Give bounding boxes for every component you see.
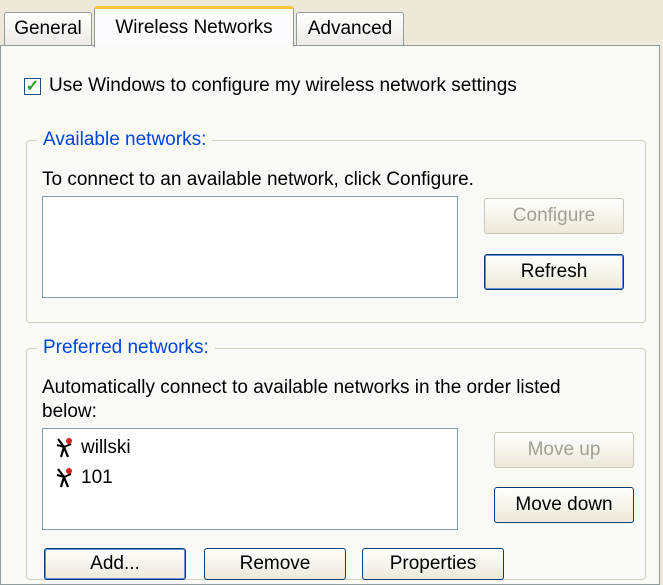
- wireless-network-icon: [56, 468, 72, 488]
- tab-general[interactable]: General: [4, 12, 92, 45]
- move-down-button[interactable]: Move down: [494, 487, 634, 523]
- preferred-networks-instruction-line1: Automatically connect to available netwo…: [42, 377, 561, 398]
- tab-strip: General Wireless Networks Advanced: [0, 0, 663, 47]
- add-button[interactable]: Add...: [44, 548, 186, 580]
- use-windows-label: Use Windows to configure my wireless net…: [49, 75, 517, 96]
- preferred-networks-instruction-line2: below:: [42, 401, 97, 422]
- configure-button[interactable]: Configure: [484, 198, 624, 234]
- preferred-networks-list[interactable]: willski 101: [42, 428, 458, 530]
- use-windows-setting[interactable]: ✓ Use Windows to configure my wireless n…: [24, 75, 517, 97]
- properties-button[interactable]: Properties: [362, 548, 504, 580]
- wireless-network-icon: [56, 438, 72, 458]
- list-item[interactable]: 101: [55, 467, 113, 489]
- refresh-button[interactable]: Refresh: [484, 254, 624, 290]
- available-networks-list[interactable]: [42, 196, 458, 298]
- available-networks-instruction: To connect to an available network, clic…: [42, 169, 474, 190]
- network-name: 101: [81, 467, 113, 488]
- move-up-button[interactable]: Move up: [494, 432, 634, 468]
- checkmark-icon: ✓: [25, 78, 40, 95]
- available-networks-title: Available networks:: [37, 129, 213, 151]
- preferred-networks-title: Preferred networks:: [37, 337, 215, 359]
- remove-button[interactable]: Remove: [204, 548, 346, 580]
- list-item[interactable]: willski: [55, 437, 131, 459]
- network-name: willski: [81, 437, 131, 458]
- use-windows-checkbox[interactable]: ✓: [24, 77, 41, 95]
- tab-advanced[interactable]: Advanced: [296, 12, 404, 45]
- tab-wireless-networks[interactable]: Wireless Networks: [94, 6, 294, 47]
